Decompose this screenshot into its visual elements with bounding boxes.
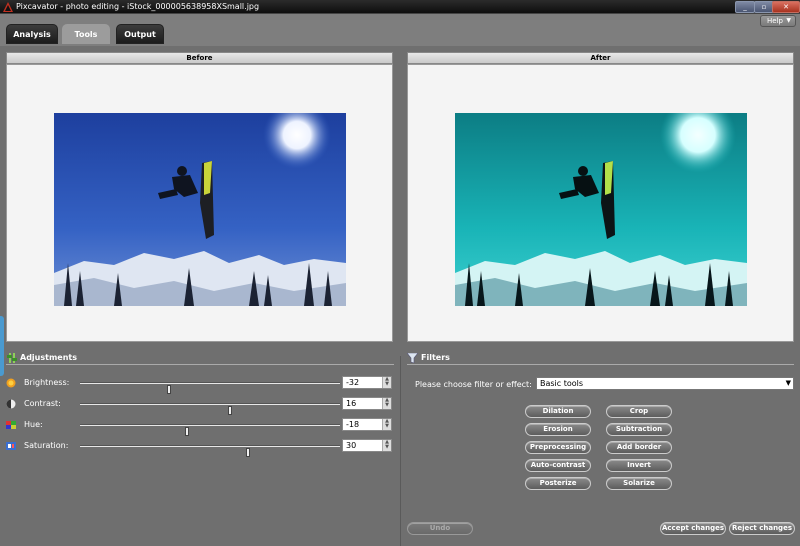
help-menu-button[interactable]: Help ▼ <box>760 15 796 27</box>
tab-strip: Analysis Tools Output Help ▼ <box>0 14 800 46</box>
brightness-row: Brightness: -32 ▲ ▼ <box>6 376 394 394</box>
filters-divider <box>407 364 794 365</box>
filter-choose-label: Please choose filter or effect: <box>415 380 532 389</box>
saturation-value: 30 <box>346 441 357 450</box>
chevron-down-icon: ▼ <box>786 17 791 24</box>
hue-value: -18 <box>346 420 360 429</box>
after-panel: After <box>407 52 794 342</box>
tab-output[interactable]: Output <box>116 24 164 44</box>
brightness-slider[interactable] <box>80 382 340 394</box>
contrast-row: Contrast: 16 ▲ ▼ <box>6 397 394 415</box>
filters-icon <box>407 353 418 363</box>
spinner-arrows-icon[interactable]: ▲ ▼ <box>382 377 391 388</box>
saturation-row: Saturation: 30 ▲ ▼ <box>6 439 394 457</box>
before-photo <box>54 113 346 306</box>
auto-contrast-button[interactable]: Auto-contrast <box>525 459 591 472</box>
dilation-button[interactable]: Dilation <box>525 405 591 418</box>
side-panel-handle[interactable] <box>0 316 4 376</box>
accept-changes-button[interactable]: Accept changes <box>660 522 726 535</box>
after-photo <box>455 113 747 306</box>
add-border-button[interactable]: Add border <box>606 441 672 454</box>
saturation-icon <box>6 442 16 450</box>
solarize-button[interactable]: Solarize <box>606 477 672 490</box>
saturation-slider-thumb[interactable] <box>246 448 250 457</box>
reject-changes-button[interactable]: Reject changes <box>729 522 795 535</box>
brightness-label: Brightness: <box>24 378 70 387</box>
saturation-input[interactable]: 30 ▲ ▼ <box>342 439 392 452</box>
close-button[interactable]: ✕ <box>772 1 800 13</box>
preprocessing-button[interactable]: Preprocessing <box>525 441 591 454</box>
title-bar: Pixcavator - photo editing - iStock_0000… <box>0 0 800 14</box>
hue-icon <box>6 421 16 429</box>
pixcavator-logo-icon <box>3 2 13 12</box>
hue-input[interactable]: -18 ▲ ▼ <box>342 418 392 431</box>
filter-select-value: Basic tools <box>540 379 584 388</box>
saturation-slider[interactable] <box>80 445 340 457</box>
contrast-input[interactable]: 16 ▲ ▼ <box>342 397 392 410</box>
before-panel: Before <box>6 52 393 342</box>
filter-select[interactable]: Basic tools ▼ <box>536 377 794 390</box>
hue-label: Hue: <box>24 420 43 429</box>
spinner-arrows-icon[interactable]: ▲ ▼ <box>382 440 391 451</box>
saturation-label: Saturation: <box>24 441 69 450</box>
main-area: Before After Adjustments Brightness: -32… <box>0 46 800 546</box>
spinner-arrows-icon[interactable]: ▲ ▼ <box>382 419 391 430</box>
before-image-area <box>6 64 393 342</box>
hue-row: Hue: -18 ▲ ▼ <box>6 418 394 436</box>
posterize-button[interactable]: Posterize <box>525 477 591 490</box>
after-panel-title: After <box>407 52 794 64</box>
after-image-area <box>407 64 794 342</box>
adjustments-icon <box>7 353 17 363</box>
sun-icon <box>6 378 16 388</box>
contrast-label: Contrast: <box>24 399 61 408</box>
panel-divider <box>400 356 401 546</box>
tab-analysis[interactable]: Analysis <box>6 24 58 44</box>
help-label: Help <box>767 17 783 25</box>
invert-button[interactable]: Invert <box>606 459 672 472</box>
window-title: Pixcavator - photo editing - iStock_0000… <box>16 2 260 11</box>
contrast-slider-thumb[interactable] <box>228 406 232 415</box>
contrast-value: 16 <box>346 399 357 408</box>
brightness-slider-thumb[interactable] <box>167 385 171 394</box>
contrast-icon <box>6 399 16 409</box>
chevron-down-icon: ▼ <box>785 379 791 387</box>
undo-button[interactable]: Undo <box>407 522 473 535</box>
tab-tools[interactable]: Tools <box>62 24 110 44</box>
before-panel-title: Before <box>6 52 393 64</box>
adjustments-divider <box>6 364 394 365</box>
hue-slider-thumb[interactable] <box>185 427 189 436</box>
spinner-arrows-icon[interactable]: ▲ ▼ <box>382 398 391 409</box>
brightness-input[interactable]: -32 ▲ ▼ <box>342 376 392 389</box>
subtraction-button[interactable]: Subtraction <box>606 423 672 436</box>
hue-slider[interactable] <box>80 424 340 436</box>
crop-button[interactable]: Crop <box>606 405 672 418</box>
maximize-button[interactable]: ▫ <box>754 1 774 13</box>
contrast-slider[interactable] <box>80 403 340 415</box>
erosion-button[interactable]: Erosion <box>525 423 591 436</box>
minimize-button[interactable]: _ <box>735 1 755 13</box>
brightness-value: -32 <box>346 378 360 387</box>
